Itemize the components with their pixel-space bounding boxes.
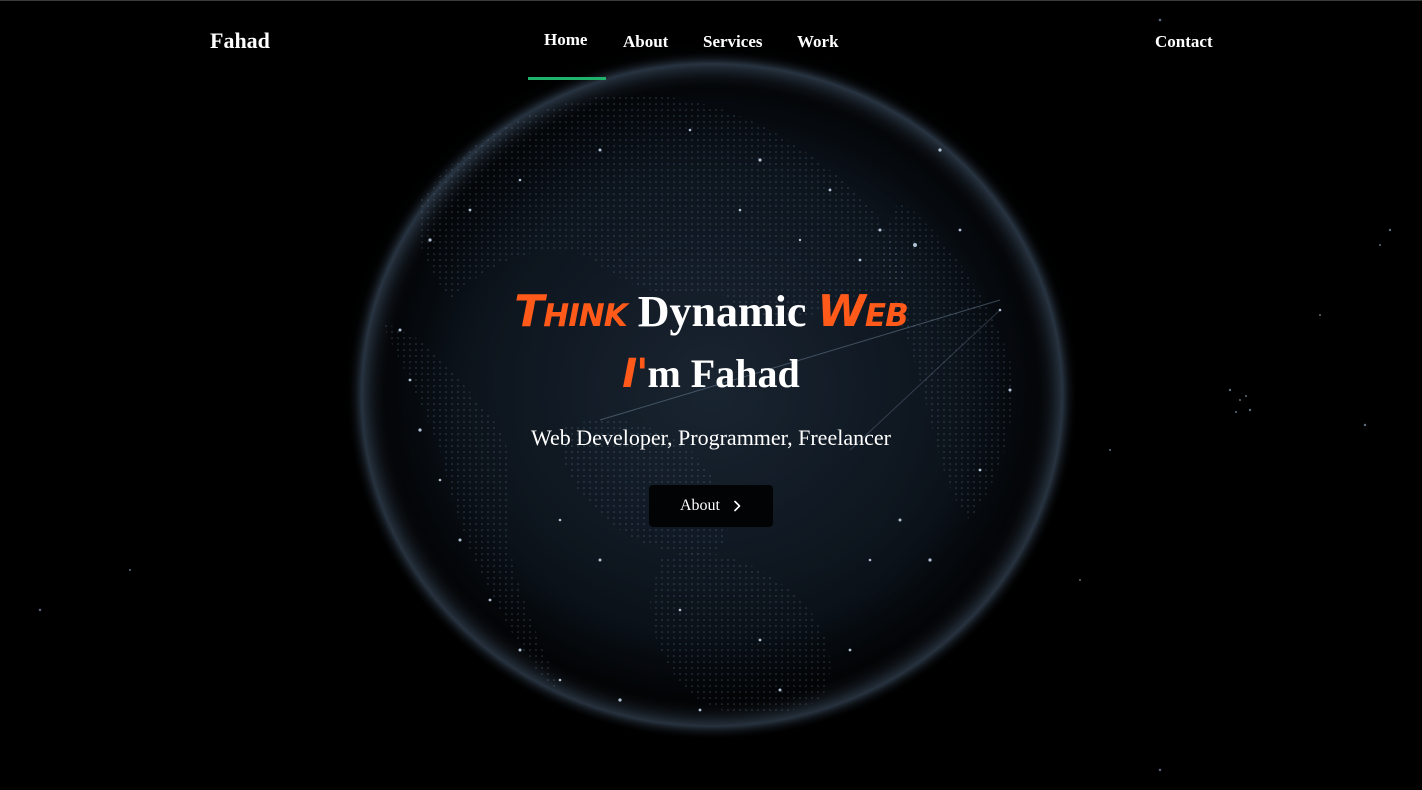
hero-headline: Think Dynamic Web (0, 284, 1422, 340)
nav-services-link[interactable]: Services (703, 32, 762, 52)
nav-about-link[interactable]: About (623, 32, 668, 52)
nav-home-link[interactable]: Home (544, 30, 587, 50)
hero-tagline: Web Developer, Programmer, Freelancer (531, 425, 891, 450)
headline-word-think: Think (514, 286, 627, 337)
navbar: Fahad Home About Services Work Contact (0, 0, 1422, 82)
headline-word-web: Web (817, 286, 908, 337)
subheadline-prefix: I' (622, 351, 648, 397)
nav-work-link[interactable]: Work (797, 32, 839, 52)
headline-word-dynamic: Dynamic (637, 287, 807, 336)
brand-logo[interactable]: Fahad (210, 28, 270, 54)
chevron-right-icon (734, 500, 741, 512)
about-button[interactable]: About (649, 485, 773, 527)
hero-subheadline: I'm Fahad (0, 350, 1422, 398)
about-button-label: About (680, 497, 720, 514)
subheadline-name: m Fahad (647, 351, 800, 396)
nav-contact-link[interactable]: Contact (1155, 32, 1213, 52)
active-nav-indicator (528, 77, 606, 80)
